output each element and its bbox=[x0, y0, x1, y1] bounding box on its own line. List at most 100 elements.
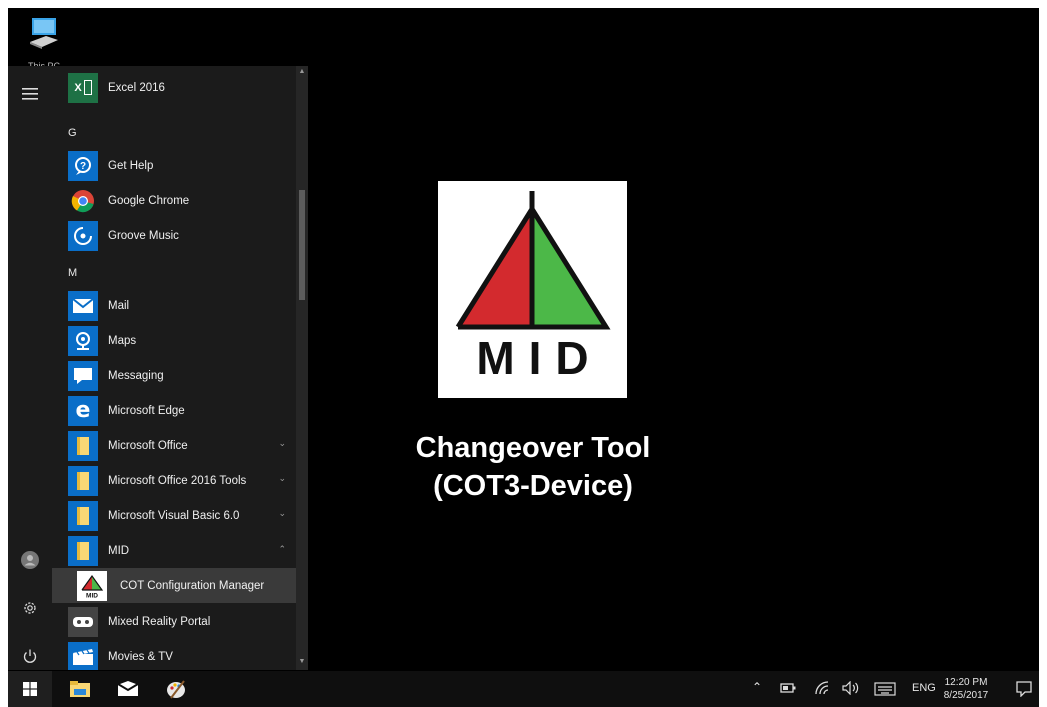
taskbar-file-explorer[interactable] bbox=[60, 671, 100, 707]
app-get-help[interactable]: ? Get Help bbox=[52, 148, 296, 183]
get-help-icon: ? bbox=[68, 150, 98, 181]
app-maps[interactable]: Maps bbox=[52, 323, 296, 358]
mixed-reality-icon bbox=[68, 606, 98, 637]
start-button[interactable] bbox=[8, 671, 52, 707]
app-label: Excel 2016 bbox=[108, 81, 165, 94]
scroll-up-arrow[interactable]: ▲ bbox=[296, 68, 308, 75]
app-label: Maps bbox=[108, 334, 137, 347]
app-label: Mail bbox=[108, 299, 130, 312]
volume-button[interactable] bbox=[842, 680, 860, 698]
chevron-down-icon[interactable]: ⌄ bbox=[278, 438, 286, 449]
user-icon bbox=[21, 551, 39, 569]
app-list-scrollbar[interactable]: ▲ ▼ bbox=[296, 66, 308, 670]
clock-date: 8/25/2017 bbox=[943, 690, 989, 701]
app-cot-configuration-manager[interactable]: MID COT Configuration Manager bbox=[52, 568, 296, 603]
expand-button[interactable] bbox=[8, 76, 52, 112]
hamburger-icon bbox=[22, 88, 38, 100]
mail-icon bbox=[68, 290, 98, 321]
section-header-m[interactable]: M bbox=[68, 267, 77, 279]
app-label: Movies & TV bbox=[108, 650, 173, 663]
gear-icon bbox=[24, 602, 36, 614]
app-groove-music[interactable]: Groove Music bbox=[52, 218, 296, 253]
desktop: This PC bbox=[8, 8, 1039, 707]
taskbar-mail[interactable] bbox=[108, 671, 148, 707]
mid-triangle-logo bbox=[455, 191, 611, 330]
paint-icon bbox=[167, 680, 185, 699]
computer-icon bbox=[30, 18, 58, 49]
groove-music-icon bbox=[68, 220, 98, 251]
folder-icon bbox=[68, 535, 98, 566]
power-button[interactable] bbox=[8, 638, 52, 674]
mid-logo-icon: MID bbox=[77, 570, 107, 601]
desktop-icon-this-pc[interactable]: This PC bbox=[20, 14, 68, 71]
folder-icon bbox=[68, 465, 98, 496]
wifi-icon bbox=[815, 681, 829, 695]
app-google-chrome[interactable]: Google Chrome bbox=[52, 183, 296, 218]
app-label: Get Help bbox=[108, 159, 154, 172]
network-button[interactable] bbox=[814, 681, 830, 698]
mail-icon bbox=[117, 681, 139, 696]
app-messaging[interactable]: Messaging bbox=[52, 358, 296, 393]
app-label: Groove Music bbox=[108, 229, 179, 242]
movies-tv-icon bbox=[68, 641, 98, 670]
svg-text:MID: MID bbox=[86, 592, 98, 599]
app-label: COT Configuration Manager bbox=[120, 579, 265, 592]
mid-logo: MID bbox=[438, 181, 627, 398]
app-label: Microsoft Visual Basic 6.0 bbox=[108, 509, 240, 522]
logo-text: MID bbox=[476, 332, 603, 384]
section-header-g[interactable]: G bbox=[68, 127, 77, 139]
notifications-icon bbox=[1016, 681, 1032, 698]
product-title-line1: Changeover Tool bbox=[415, 432, 651, 464]
battery-button[interactable] bbox=[780, 683, 796, 696]
start-rail bbox=[8, 66, 52, 670]
account-button[interactable] bbox=[8, 542, 52, 578]
edge-icon: e bbox=[68, 395, 98, 426]
scroll-thumb[interactable] bbox=[299, 190, 305, 300]
action-center-button[interactable] bbox=[1016, 681, 1032, 700]
app-excel-2016[interactable]: X Excel 2016 bbox=[52, 70, 296, 105]
app-microsoft-office-folder[interactable]: Microsoft Office ⌄ bbox=[52, 428, 296, 463]
chevron-down-icon[interactable]: ⌄ bbox=[278, 508, 286, 519]
input-language-button[interactable]: ENG bbox=[912, 682, 936, 694]
taskbar: ⌃ ENG 12:20 PM 8/25/2017 bbox=[8, 671, 1039, 707]
touch-keyboard-button[interactable] bbox=[874, 682, 896, 699]
app-microsoft-office-2016-tools-folder[interactable]: Microsoft Office 2016 Tools ⌄ bbox=[52, 463, 296, 498]
app-label: Messaging bbox=[108, 369, 164, 382]
settings-button[interactable] bbox=[8, 590, 52, 626]
app-movies-tv[interactable]: Movies & TV bbox=[52, 639, 296, 670]
app-label: MID bbox=[108, 544, 130, 557]
product-title: Changeover Tool (COT3-Device) bbox=[388, 429, 678, 505]
app-mixed-reality-portal[interactable]: Mixed Reality Portal bbox=[52, 604, 296, 639]
folder-icon bbox=[68, 430, 98, 461]
app-mail[interactable]: Mail bbox=[52, 288, 296, 323]
maps-icon bbox=[68, 325, 98, 356]
app-label: Mixed Reality Portal bbox=[108, 615, 211, 628]
chrome-icon bbox=[68, 186, 98, 216]
app-microsoft-visual-basic-folder[interactable]: Microsoft Visual Basic 6.0 ⌄ bbox=[52, 498, 296, 533]
scroll-down-arrow[interactable]: ▼ bbox=[296, 658, 308, 665]
app-label: Microsoft Edge bbox=[108, 404, 185, 417]
clock-time: 12:20 PM bbox=[944, 677, 988, 688]
chevron-up-icon[interactable]: ⌃ bbox=[278, 544, 286, 555]
app-label: Google Chrome bbox=[108, 194, 190, 207]
app-label: Microsoft Office bbox=[108, 439, 188, 452]
battery-icon bbox=[780, 683, 796, 693]
keyboard-icon bbox=[874, 682, 896, 696]
taskbar-paint[interactable] bbox=[156, 671, 196, 707]
app-list: X Excel 2016 G ? Get Help Google Chrome … bbox=[52, 66, 296, 670]
product-title-line2: (COT3-Device) bbox=[433, 470, 633, 502]
chevron-up-icon: ⌃ bbox=[752, 680, 763, 694]
folder-icon bbox=[68, 500, 98, 531]
show-hidden-icons-button[interactable]: ⌃ bbox=[752, 680, 762, 694]
app-mid-folder[interactable]: MID ⌃ bbox=[52, 533, 296, 568]
app-label: Microsoft Office 2016 Tools bbox=[108, 474, 247, 487]
clock-button[interactable]: 12:20 PM 8/25/2017 bbox=[936, 676, 996, 702]
app-microsoft-edge[interactable]: e Microsoft Edge bbox=[52, 393, 296, 428]
volume-icon bbox=[842, 680, 859, 696]
svg-text:?: ? bbox=[80, 161, 86, 172]
start-menu: X Excel 2016 G ? Get Help Google Chrome … bbox=[8, 66, 308, 670]
excel-icon: X bbox=[68, 72, 98, 103]
chevron-down-icon[interactable]: ⌄ bbox=[278, 473, 286, 484]
power-icon bbox=[23, 649, 37, 663]
windows-start-icon bbox=[23, 682, 37, 696]
